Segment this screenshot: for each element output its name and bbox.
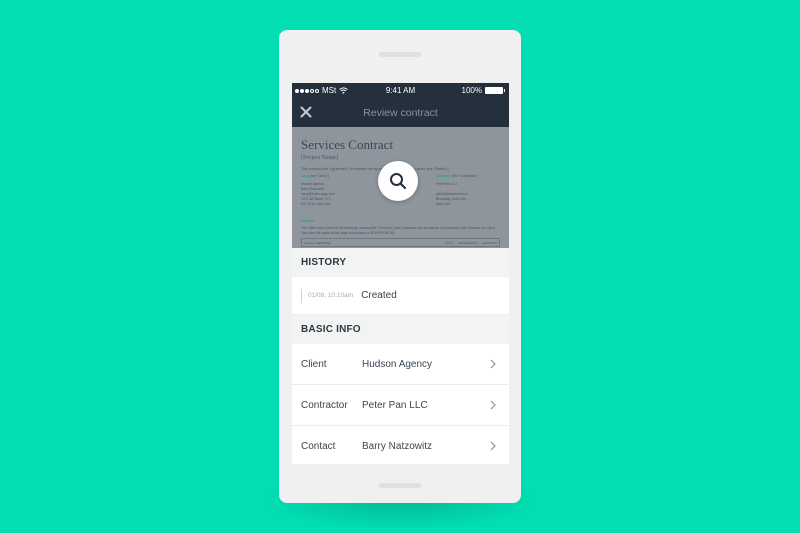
- history-time: 01/08, 10.10am: [308, 292, 354, 299]
- home-indicator: [379, 483, 421, 488]
- status-bar: MSt 9:41 AM 100%: [292, 83, 509, 98]
- chevron-right-icon: [490, 400, 496, 410]
- doc-client-line: NY 11111, New York: [301, 202, 331, 206]
- history-heading: HISTORY: [292, 248, 509, 277]
- info-value: Hudson Agency: [362, 358, 433, 370]
- info-value: Barry Natzowitz: [362, 440, 433, 452]
- speaker-slot: [379, 52, 421, 57]
- info-row-contractor[interactable]: Contractor Peter Pan LLC: [292, 385, 509, 426]
- close-button[interactable]: [298, 104, 314, 120]
- battery-icon: [485, 87, 505, 94]
- doc-table-rate: [RATE]/[UNIT]: [458, 240, 478, 245]
- zoom-preview-button[interactable]: [378, 161, 418, 201]
- battery-percent: 100%: [461, 86, 482, 95]
- info-row-client[interactable]: Client Hudson Agency: [292, 344, 509, 385]
- history-item: 01/08, 10.10am Created: [292, 277, 509, 315]
- chevron-right-icon: [490, 359, 496, 369]
- nav-bar: Review contract: [292, 98, 509, 127]
- doc-contractor-heading-suffix: (the "Contractor"): [452, 174, 478, 178]
- doc-services-heading: Services: [301, 219, 315, 223]
- magnifier-icon: [390, 173, 407, 190]
- timeline-marker: [301, 288, 302, 303]
- doc-services-text: The Client has a need for the following …: [301, 226, 496, 235]
- carrier-name: MSt: [322, 86, 337, 95]
- doc-client-heading: Client: [301, 174, 310, 178]
- doc-subtitle: [Project Name]: [301, 155, 338, 161]
- info-label: Contact: [301, 440, 336, 452]
- signal-dots-icon: [295, 88, 319, 93]
- page-title: Review contract: [363, 106, 438, 119]
- phone-screen: MSt 9:41 AM 100% Review contract Service…: [292, 83, 509, 464]
- doc-title: Services Contract: [301, 137, 394, 152]
- close-icon: [300, 106, 312, 118]
- status-time: 9:41 AM: [385, 86, 416, 95]
- doc-table-service: Service: [SERVICE]: [304, 240, 331, 245]
- basic-info-heading: BASIC INFO: [292, 315, 509, 344]
- info-label: Contractor: [301, 399, 348, 411]
- contract-preview[interactable]: Services Contract [Project Name] This co…: [292, 127, 509, 248]
- doc-table-amount: [AMOUNT]: [482, 240, 497, 245]
- doc-contractor-line: New York: [436, 202, 450, 206]
- doc-client-block: Client (the "Client") Hudson Agency Barr…: [301, 174, 335, 207]
- phone-device: MSt 9:41 AM 100% Review contract Service…: [279, 30, 521, 503]
- info-value: Peter Pan LLC: [362, 399, 428, 411]
- info-label: Client: [301, 358, 327, 370]
- doc-contractor-heading: Contractor: [436, 174, 452, 178]
- doc-services-table: Service: [SERVICE] [QTY] [RATE]/[UNIT] […: [301, 238, 500, 247]
- history-event: Created: [361, 290, 397, 301]
- doc-client-heading-suffix: (the "Client"): [310, 174, 329, 178]
- chevron-right-icon: [490, 441, 496, 451]
- wifi-icon: [339, 87, 349, 94]
- info-row-contact[interactable]: Contact Barry Natzowitz: [292, 426, 509, 464]
- doc-contractor-block: Contractor (the "Contractor") Peter Pan …: [436, 174, 500, 207]
- doc-table-qty: [QTY]: [445, 240, 454, 245]
